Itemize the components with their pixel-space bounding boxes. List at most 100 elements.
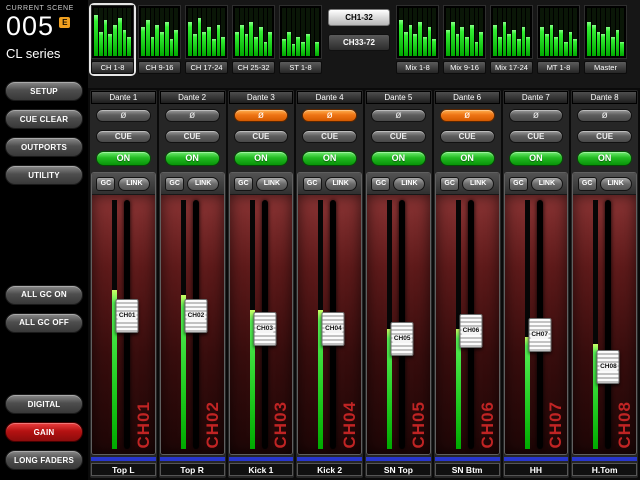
meter-block-ch17-24[interactable]: CH 17-24: [185, 5, 228, 74]
phase-button[interactable]: ø: [302, 109, 357, 122]
channel-name[interactable]: Kick 2: [297, 463, 362, 476]
all-gc-on-button[interactable]: ALL GC ON: [5, 285, 83, 305]
on-button[interactable]: ON: [302, 151, 357, 166]
scene-display[interactable]: 005 E: [6, 12, 84, 40]
on-button[interactable]: ON: [509, 151, 564, 166]
channel-strip-2: Dante 2 ø CUE ON GC LINK CH02 CH02: [159, 90, 226, 478]
meter-bars: [138, 5, 181, 59]
gain-compensation-button[interactable]: GC: [303, 177, 322, 191]
on-button[interactable]: ON: [577, 151, 632, 166]
all-gc-off-button[interactable]: ALL GC OFF: [5, 313, 83, 333]
channel-name[interactable]: Kick 1: [229, 463, 294, 476]
on-button[interactable]: ON: [440, 151, 495, 166]
cue-button[interactable]: CUE: [302, 130, 357, 143]
fader-cap[interactable]: CH08: [597, 350, 620, 384]
fader-cap[interactable]: CH03: [253, 312, 276, 346]
meter-block-ch25-32[interactable]: CH 25-32: [232, 5, 275, 74]
fader-cap[interactable]: CH05: [391, 322, 414, 356]
phase-button[interactable]: ø: [165, 109, 220, 122]
gain-compensation-button[interactable]: GC: [165, 177, 184, 191]
channel-name[interactable]: SN Top: [366, 463, 431, 476]
cue-button[interactable]: CUE: [371, 130, 426, 143]
channel-name[interactable]: Top L: [91, 463, 156, 476]
outports-button[interactable]: OUTPORTS: [5, 137, 83, 157]
on-button[interactable]: ON: [96, 151, 151, 166]
link-button[interactable]: LINK: [187, 177, 219, 191]
setup-button[interactable]: SETUP: [5, 81, 83, 101]
phase-button[interactable]: ø: [577, 109, 632, 122]
long-faders-button[interactable]: LONG FADERS: [5, 450, 83, 470]
digital-button[interactable]: DIGITAL: [5, 394, 83, 414]
channel-number-label: CH06: [478, 401, 498, 448]
channel-strip-3: Dante 3 ø CUE ON GC LINK CH03 CH03: [228, 90, 295, 478]
channel-number-label: CH04: [340, 401, 360, 448]
utility-button[interactable]: UTILITY: [5, 165, 83, 185]
fader-cap[interactable]: CH07: [528, 318, 551, 352]
link-button[interactable]: LINK: [462, 177, 494, 191]
channel-color-bar: [435, 457, 500, 461]
fader-panel: GC LINK CH03 CH03: [229, 172, 294, 455]
link-button[interactable]: LINK: [393, 177, 425, 191]
on-button[interactable]: ON: [234, 151, 289, 166]
phase-button[interactable]: ø: [234, 109, 289, 122]
fader-cap[interactable]: CH01: [116, 299, 139, 333]
fader-cap[interactable]: CH06: [459, 314, 482, 348]
fader-cap[interactable]: CH02: [184, 299, 207, 333]
channel-color-bar: [504, 457, 569, 461]
fader-cap[interactable]: CH04: [322, 312, 345, 346]
scene-number: 005: [6, 12, 54, 40]
on-button[interactable]: ON: [165, 151, 220, 166]
channel-number-label: CH07: [546, 401, 566, 448]
meter-block-ch9-16[interactable]: CH 9-16: [138, 5, 181, 74]
meter-block-mix1-8[interactable]: Mix 1-8: [396, 5, 439, 74]
phase-button[interactable]: ø: [96, 109, 151, 122]
on-button[interactable]: ON: [371, 151, 426, 166]
link-button[interactable]: LINK: [531, 177, 563, 191]
link-button[interactable]: LINK: [600, 177, 632, 191]
bank-ch1-32-button[interactable]: CH1-32: [328, 9, 390, 26]
link-button[interactable]: LINK: [256, 177, 288, 191]
meter-block-label: CH 1-8: [91, 61, 134, 74]
cue-button[interactable]: CUE: [234, 130, 289, 143]
cue-button[interactable]: CUE: [577, 130, 632, 143]
gain-compensation-button[interactable]: GC: [440, 177, 459, 191]
meter-block-label: MT 1-8: [537, 61, 580, 74]
port-label: Dante 6: [435, 91, 500, 104]
channel-number-label: CH01: [134, 401, 154, 448]
fader-panel: GC LINK CH04 CH04: [297, 172, 362, 455]
gain-compensation-button[interactable]: GC: [96, 177, 115, 191]
gain-button[interactable]: GAIN: [5, 422, 83, 442]
meter-block-mix17-24[interactable]: Mix 17-24: [490, 5, 533, 74]
phase-button[interactable]: ø: [440, 109, 495, 122]
gain-compensation-button[interactable]: GC: [509, 177, 528, 191]
gain-compensation-button[interactable]: GC: [234, 177, 253, 191]
fader-panel: GC LINK CH07 CH07: [504, 172, 569, 455]
port-label: Dante 4: [297, 91, 362, 104]
cue-button[interactable]: CUE: [440, 130, 495, 143]
channel-name[interactable]: H.Tom: [572, 463, 637, 476]
meter-block-st1-8[interactable]: ST 1-8: [279, 5, 322, 74]
gc-link-row: GC LINK: [505, 173, 568, 195]
cue-button[interactable]: CUE: [96, 130, 151, 143]
meter-block-mt1-8[interactable]: MT 1-8: [537, 5, 580, 74]
meter-block-ch1-8[interactable]: CH 1-8: [91, 5, 134, 74]
channel-strip-7: Dante 7 ø CUE ON GC LINK CH07 CH07: [503, 90, 570, 478]
cue-button[interactable]: CUE: [509, 130, 564, 143]
meter-block-master[interactable]: Master: [584, 5, 627, 74]
phase-button[interactable]: ø: [371, 109, 426, 122]
bank-ch33-72-button[interactable]: CH33-72: [328, 34, 390, 51]
meter-block-mix9-16[interactable]: Mix 9-16: [443, 5, 486, 74]
phase-button[interactable]: ø: [509, 109, 564, 122]
cue-button[interactable]: CUE: [165, 130, 220, 143]
link-button[interactable]: LINK: [118, 177, 150, 191]
fader-zone: CH01 CH01: [92, 195, 155, 454]
channel-name[interactable]: Top R: [160, 463, 225, 476]
gain-compensation-button[interactable]: GC: [371, 177, 390, 191]
channel-name[interactable]: SN Btm: [435, 463, 500, 476]
channel-name[interactable]: HH: [504, 463, 569, 476]
cue-clear-button[interactable]: CUE CLEAR: [5, 109, 83, 129]
meter-bars: [185, 5, 228, 59]
gain-compensation-button[interactable]: GC: [578, 177, 597, 191]
scene-edited-badge: E: [59, 17, 70, 28]
link-button[interactable]: LINK: [325, 177, 357, 191]
